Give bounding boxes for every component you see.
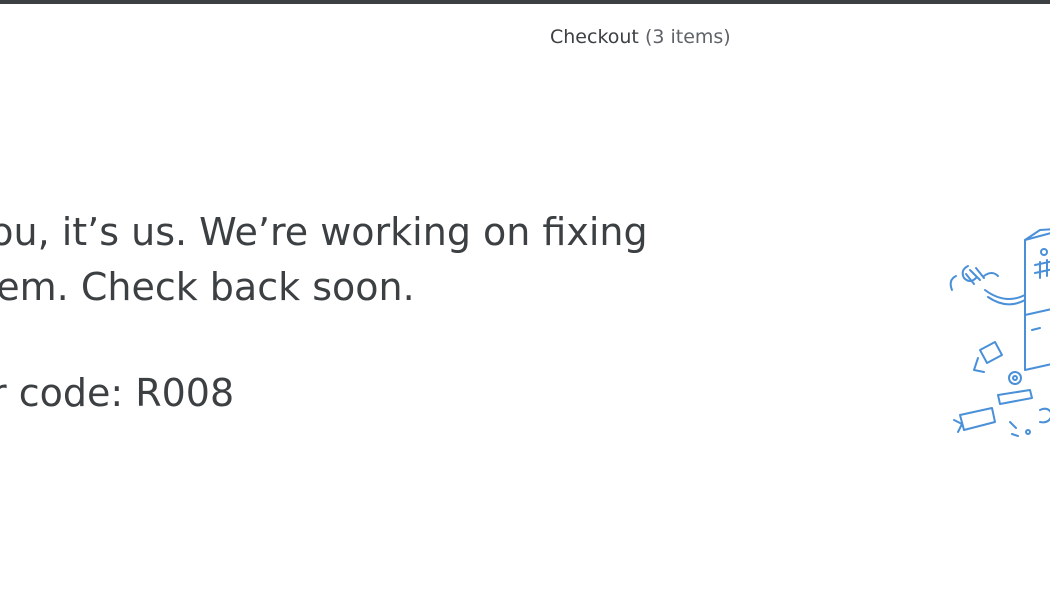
- checkout-label: Checkout: [550, 26, 639, 48]
- error-code: Error code: R008: [0, 371, 235, 415]
- checkout-title: Checkout (3 items): [550, 26, 731, 48]
- error-page: Checkout (3 items) It's not you, it’s us…: [0, 0, 1050, 600]
- checkout-header: Checkout (3 items): [0, 4, 1050, 74]
- error-message-line-2: the problem. Check back soon.: [0, 265, 415, 309]
- error-message-line-1: It's not you, it’s us. We’re working on …: [0, 210, 648, 254]
- error-message: It's not you, it’s us. We’re working on …: [0, 205, 725, 315]
- robot-repair-illustration: [940, 210, 1050, 460]
- checkout-item-count: (3 items): [644, 26, 731, 48]
